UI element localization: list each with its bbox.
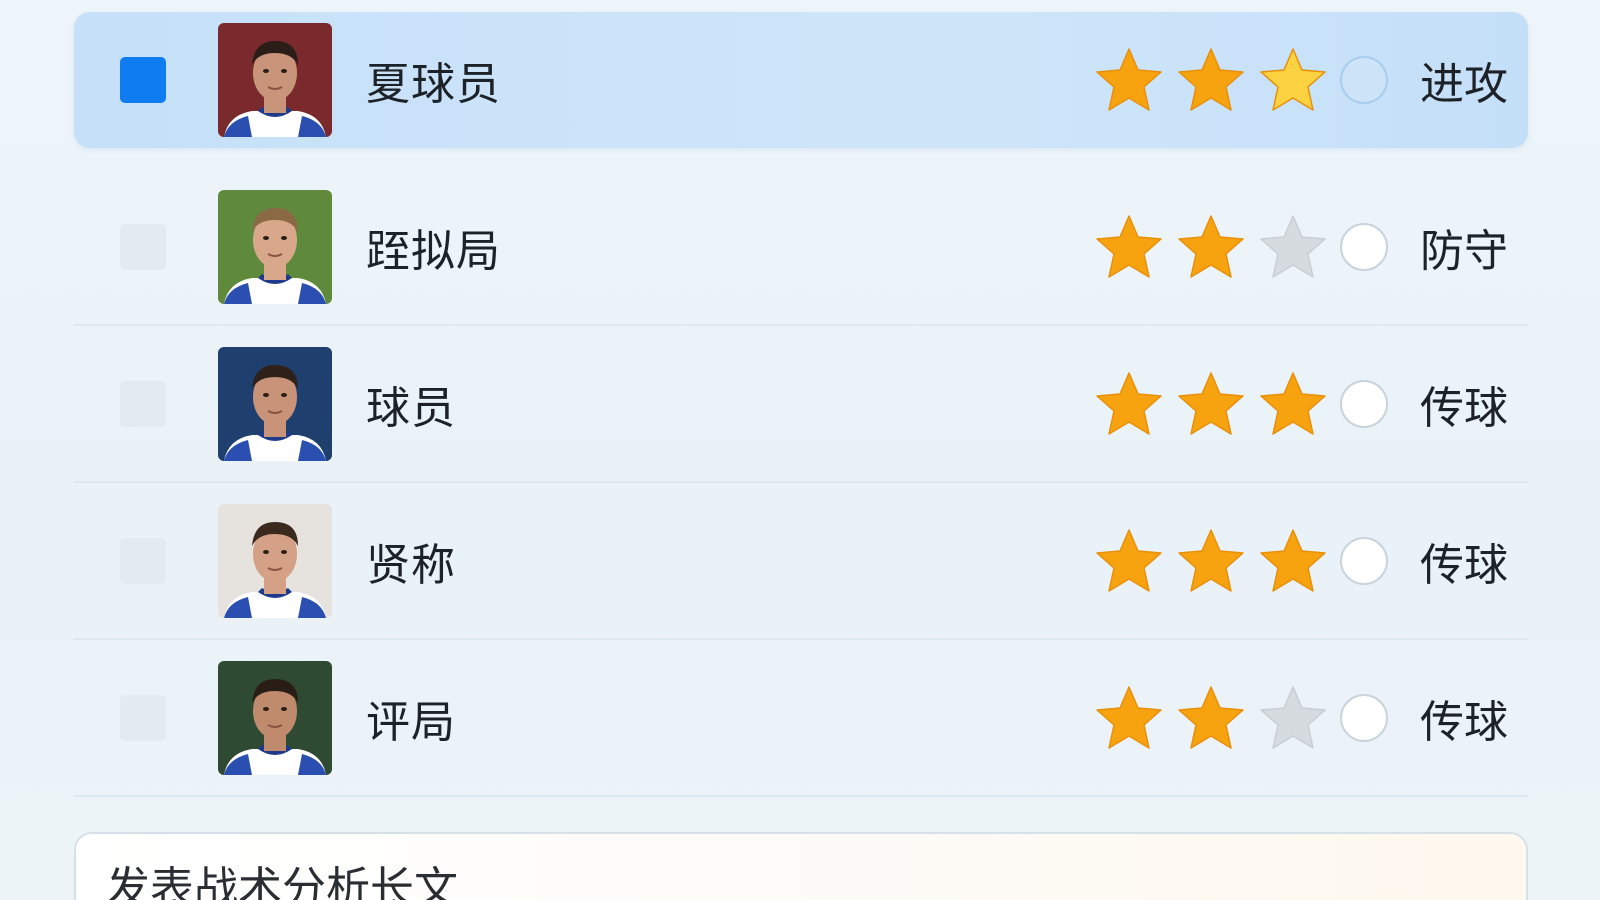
row-radio[interactable] (1340, 56, 1388, 104)
star-filled-icon[interactable] (1258, 527, 1328, 595)
player-role: 传球 (1420, 696, 1508, 748)
player-avatar (218, 346, 332, 461)
row-radio[interactable] (1340, 693, 1388, 742)
player-row[interactable]: 评局 传球 (74, 640, 1528, 797)
row-radio[interactable] (1340, 379, 1388, 428)
player-avatar (218, 660, 332, 775)
row-checkbox[interactable] (120, 223, 166, 270)
star-filled-icon[interactable] (1258, 370, 1328, 438)
player-role: 传球 (1420, 539, 1508, 591)
star-filled-icon[interactable] (1094, 684, 1164, 752)
player-role: 进攻 (1420, 59, 1508, 110)
star-filled-icon[interactable] (1176, 684, 1246, 752)
star-rating[interactable] (1094, 46, 1328, 114)
star-filled-icon[interactable] (1176, 213, 1246, 281)
player-avatar (218, 23, 332, 137)
star-rating[interactable] (1094, 370, 1328, 438)
player-name: 跮拟局 (366, 225, 501, 277)
row-checkbox[interactable] (120, 57, 166, 103)
player-name: 贤称 (366, 539, 456, 591)
player-avatar (218, 503, 332, 618)
star-filled-icon[interactable] (1176, 46, 1246, 114)
player-role: 传球 (1420, 382, 1508, 434)
star-empty-icon[interactable] (1258, 213, 1328, 281)
star-empty-icon[interactable] (1258, 684, 1328, 752)
star-filled-icon[interactable] (1258, 46, 1328, 114)
player-name: 球员 (366, 382, 456, 434)
star-filled-icon[interactable] (1094, 370, 1164, 438)
player-row[interactable]: 球员 传球 (74, 326, 1528, 483)
row-radio[interactable] (1340, 222, 1388, 271)
player-list: 夏球员 进攻 跮拟局 防守 球员 传球 贤称 传球 评局 传球 (74, 12, 1528, 797)
player-name: 夏球员 (366, 59, 501, 110)
star-rating[interactable] (1094, 213, 1328, 281)
row-checkbox[interactable] (120, 537, 166, 584)
star-filled-icon[interactable] (1094, 46, 1164, 114)
composer-prompt: 发表战术分析长文 (106, 863, 458, 900)
player-role: 防守 (1420, 225, 1508, 277)
player-avatar (218, 189, 332, 304)
star-rating[interactable] (1094, 527, 1328, 595)
star-filled-icon[interactable] (1176, 370, 1246, 438)
player-row[interactable]: 跮拟局 防守 (74, 169, 1528, 326)
post-composer[interactable]: 发表战术分析长文 (74, 832, 1528, 900)
player-name: 评局 (366, 696, 456, 748)
star-filled-icon[interactable] (1176, 527, 1246, 595)
player-row[interactable]: 贤称 传球 (74, 483, 1528, 640)
row-checkbox[interactable] (120, 380, 166, 427)
star-filled-icon[interactable] (1094, 527, 1164, 595)
star-rating[interactable] (1094, 684, 1328, 752)
player-row[interactable]: 夏球员 进攻 (74, 12, 1528, 148)
star-filled-icon[interactable] (1094, 213, 1164, 281)
row-checkbox[interactable] (120, 694, 166, 741)
row-radio[interactable] (1340, 536, 1388, 585)
